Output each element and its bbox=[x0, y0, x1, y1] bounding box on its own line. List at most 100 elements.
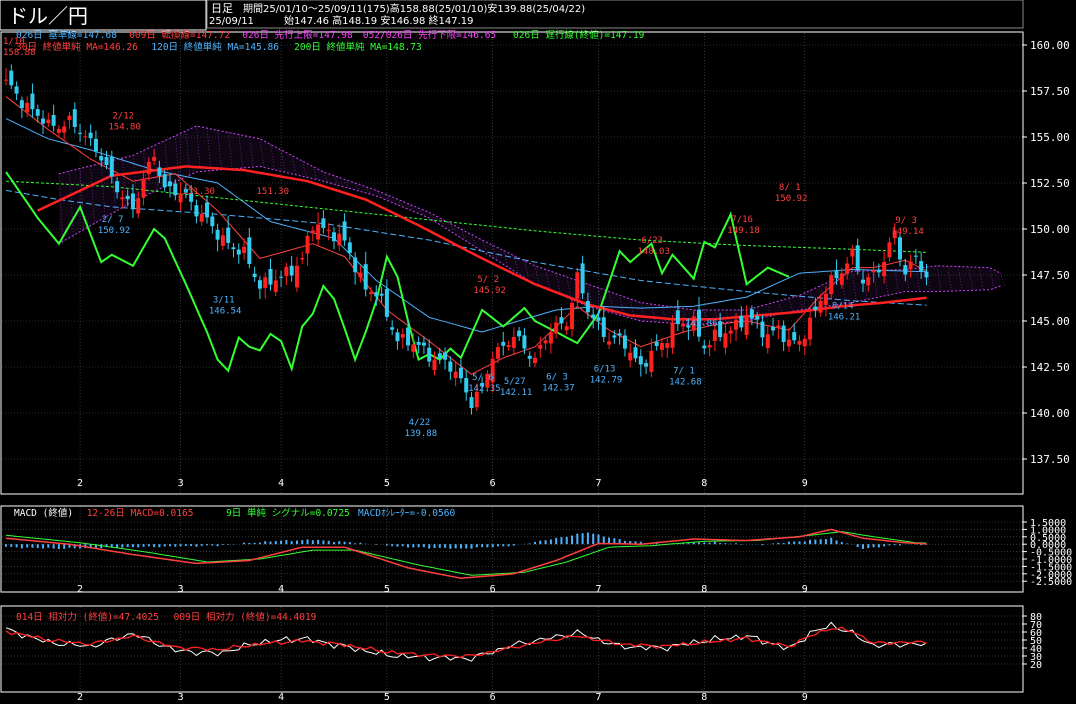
rsi-x-tick-label: 7 bbox=[595, 692, 601, 703]
candle-body bbox=[495, 347, 500, 359]
candle-body bbox=[723, 333, 728, 348]
macd-legend-item: MACD (終値) bbox=[14, 507, 73, 519]
candle-body bbox=[638, 356, 643, 365]
price-x-tick-label: 2 bbox=[77, 478, 83, 489]
candle-body bbox=[919, 261, 924, 272]
candle-body bbox=[707, 344, 712, 348]
candle-body bbox=[41, 118, 46, 124]
price-x-tick-label: 4 bbox=[278, 478, 284, 489]
macd-legend-item: 9日 単純 シグナル=0.0725 bbox=[226, 507, 350, 519]
annotation-value: 148.03 bbox=[637, 247, 670, 257]
candle-body bbox=[220, 235, 225, 246]
candle-body bbox=[903, 265, 908, 275]
candle-body bbox=[776, 325, 781, 328]
annotation-value: 154.80 bbox=[108, 123, 141, 133]
candle-body bbox=[130, 193, 135, 210]
candle-body bbox=[427, 347, 432, 362]
candle-body bbox=[374, 292, 379, 297]
candle-body bbox=[554, 322, 559, 334]
price-axis-tick-label: 157.50 bbox=[1030, 85, 1070, 98]
macd-axis-tick-label: -2.5000 bbox=[1030, 577, 1072, 588]
period-type: 日足 bbox=[211, 2, 233, 15]
candle-body bbox=[115, 181, 120, 193]
macd-x-tick-label: 3 bbox=[178, 584, 184, 595]
candle-body bbox=[469, 397, 474, 409]
candle-body bbox=[786, 339, 791, 347]
candle-body bbox=[538, 344, 543, 349]
ichimoku-legend-item: 009日 転換線=147.72 bbox=[129, 29, 230, 41]
annotation-value: 146.54 bbox=[209, 307, 242, 317]
candle-body bbox=[162, 174, 167, 188]
candle-body bbox=[527, 355, 532, 359]
candle-body bbox=[675, 310, 680, 324]
candle-body bbox=[834, 270, 839, 279]
candle-body bbox=[543, 340, 548, 344]
candle-body bbox=[749, 309, 754, 319]
candle-body bbox=[744, 316, 749, 335]
candle-body bbox=[46, 119, 51, 124]
candle-body bbox=[56, 128, 61, 133]
annotation-value: 142.68 bbox=[669, 378, 702, 388]
candle-body bbox=[104, 156, 109, 166]
annotation-date: 6/23 bbox=[641, 236, 663, 246]
candle-body bbox=[152, 156, 157, 161]
ichimoku-legend-item: 052/026日 先行下限=146.65 bbox=[363, 29, 496, 41]
annotation-date: 5/27 bbox=[504, 377, 526, 387]
annotation-value: 150.92 bbox=[98, 226, 131, 236]
candle-body bbox=[109, 157, 114, 177]
candle-body bbox=[453, 371, 458, 379]
candle-body bbox=[310, 230, 315, 234]
macd-x-tick-label: 7 bbox=[595, 584, 601, 595]
candle-body bbox=[458, 367, 463, 379]
candle-body bbox=[342, 221, 347, 241]
annotation-value: 150.92 bbox=[775, 194, 808, 204]
annotation-value: 142.37 bbox=[542, 383, 575, 393]
annotation-value: 146.21 bbox=[828, 313, 861, 323]
annotation-date: 2/12 bbox=[112, 112, 134, 122]
annotation-date: 6/ 3 bbox=[546, 372, 568, 382]
candle-body bbox=[760, 321, 765, 338]
candle-body bbox=[781, 325, 786, 343]
rsi-x-tick-label: 5 bbox=[384, 692, 390, 703]
candle-body bbox=[596, 317, 601, 321]
candle-body bbox=[379, 293, 384, 296]
annotation-value: 151.30 bbox=[182, 187, 215, 197]
annotation-value: 145.92 bbox=[473, 286, 506, 296]
candle-body bbox=[226, 227, 231, 243]
candle-body bbox=[765, 334, 770, 349]
rsi-legend-item: 009日 相対力 (終値)=44.4019 bbox=[174, 611, 317, 623]
candle-body bbox=[279, 276, 284, 278]
rsi-axis-tick-label: 20 bbox=[1030, 660, 1042, 671]
ma-legend-item: 120日 終値単純 MA=145.86 bbox=[151, 41, 279, 53]
rsi-x-tick-label: 3 bbox=[178, 692, 184, 703]
candle-body bbox=[231, 247, 236, 250]
candle-body bbox=[437, 353, 442, 359]
candle-body bbox=[406, 327, 411, 346]
price-axis-tick-label: 155.00 bbox=[1030, 131, 1070, 144]
annotation-date: 8/ 1 bbox=[779, 183, 801, 193]
annotation-value: 142.11 bbox=[500, 388, 533, 398]
price-axis-tick-label: 142.50 bbox=[1030, 361, 1070, 374]
candle-body bbox=[739, 315, 744, 328]
rsi-x-tick-label: 8 bbox=[701, 692, 707, 703]
candle-body bbox=[432, 359, 437, 371]
candle-body bbox=[443, 352, 448, 360]
candle-body bbox=[792, 332, 797, 341]
candle-body bbox=[860, 279, 865, 284]
candle-body bbox=[257, 280, 262, 289]
candle-body bbox=[823, 293, 828, 305]
candle-body bbox=[35, 109, 40, 116]
candle-body bbox=[887, 242, 892, 258]
annotation-date: 4/22 bbox=[409, 418, 431, 428]
candle-body bbox=[242, 246, 247, 254]
candle-body bbox=[363, 264, 368, 290]
annotation-value: 149.14 bbox=[891, 227, 924, 237]
candle-body bbox=[120, 197, 125, 200]
candle-body bbox=[517, 330, 522, 337]
candle-body bbox=[300, 258, 305, 260]
candle-body bbox=[78, 132, 83, 134]
candle-body bbox=[564, 326, 569, 331]
candle-body bbox=[305, 235, 310, 254]
candle-body bbox=[797, 340, 802, 345]
candle-body bbox=[845, 263, 850, 274]
